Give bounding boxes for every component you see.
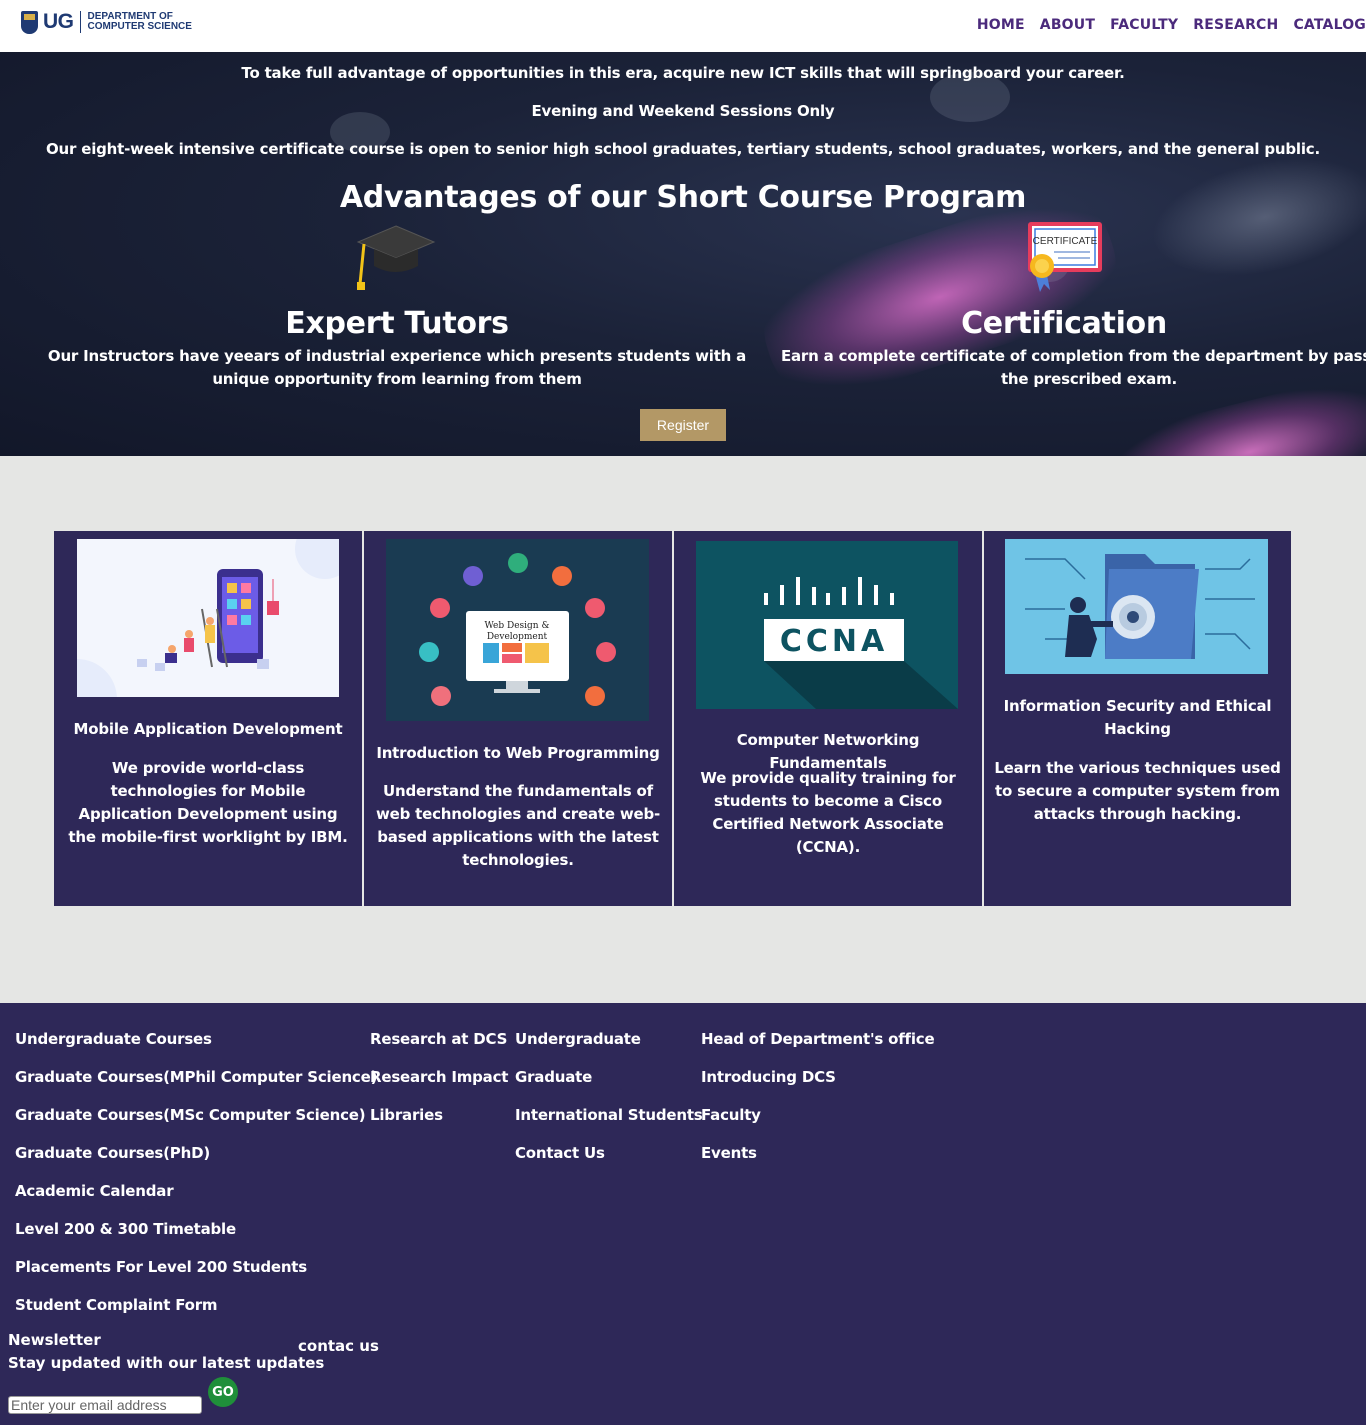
web-image-label-2: Development	[487, 632, 548, 642]
footer-link[interactable]: Undergraduate	[515, 1020, 703, 1058]
footer-link[interactable]: Graduate Courses(MSc Computer Science)	[15, 1096, 377, 1134]
footer-research-links: Research at DCS Research Impact Librarie…	[370, 1020, 508, 1134]
footer-link[interactable]: Academic Calendar	[15, 1172, 377, 1210]
advantage-title: Expert Tutors	[285, 306, 509, 341]
footer-link[interactable]: Graduate	[515, 1058, 703, 1096]
ccna-logo: CCNA	[696, 541, 958, 709]
footer-link[interactable]: Contact Us	[515, 1134, 703, 1172]
footer-link[interactable]: Research at DCS	[370, 1020, 508, 1058]
logo-divider	[79, 11, 81, 33]
nav-faculty[interactable]: FACULTY	[1110, 17, 1178, 33]
advantage-text: Our Instructors have yeears of industria…	[47, 347, 747, 388]
footer-link[interactable]: Graduate Courses(MPhil Computer Science)	[15, 1058, 377, 1096]
course-title: Information Security and Ethical Hacking	[1003, 697, 1272, 738]
footer-link[interactable]: Student Complaint Form	[15, 1286, 377, 1324]
course-card-web[interactable]: Web Design & Development Introduction to…	[364, 531, 672, 906]
site-header: UG DEPARTMENT OF COMPUTER SCIENCE HOME A…	[0, 0, 1366, 52]
course-description: We provide quality training for students…	[700, 769, 956, 856]
footer-link[interactable]: Research Impact	[370, 1058, 508, 1096]
certificate-icon: CERTIFICATE	[1028, 222, 1102, 292]
advantage-expert-tutors: Expert Tutors Our Instructors have yeear…	[47, 306, 747, 391]
footer-link[interactable]: Introducing DCS	[701, 1058, 934, 1096]
newsletter-text: Stay updated with our latest updates	[8, 1354, 325, 1372]
nav-about[interactable]: ABOUT	[1040, 17, 1095, 33]
advantage-title: Certification	[961, 306, 1167, 341]
advantage-certification: Certification Earn a complete certificat…	[714, 306, 1366, 391]
hero-section: To take full advantage of opportunities …	[0, 52, 1366, 456]
site-footer: Undergraduate Courses Graduate Courses(M…	[0, 1003, 1366, 1425]
graduation-cap-icon	[356, 225, 436, 290]
course-card-ccna[interactable]: CCNA Computer Networking Fundamentals We…	[674, 531, 982, 906]
mobile-app-illustration	[77, 539, 339, 697]
newsletter-block: Newsletter Stay updated with our latest …	[8, 1329, 324, 1375]
ug-crest-icon	[21, 10, 38, 34]
hero-sessions-text: Evening and Weekend Sessions Only	[531, 102, 835, 120]
newsletter-email-input[interactable]	[8, 1396, 202, 1414]
hero-bg-glow	[1141, 139, 1366, 295]
main-nav: HOME ABOUT FACULTY RESEARCH CATALOG	[962, 17, 1366, 33]
nav-home[interactable]: HOME	[977, 17, 1025, 33]
footer-link[interactable]: Level 200 & 300 Timetable	[15, 1210, 377, 1248]
footer-link[interactable]: Placements For Level 200 Students	[15, 1248, 377, 1286]
newsletter-go-button[interactable]: GO	[208, 1377, 238, 1407]
footer-academics-links: Undergraduate Courses Graduate Courses(M…	[15, 1020, 377, 1324]
course-title: Mobile Application Development	[73, 720, 343, 738]
footer-link[interactable]: Graduate Courses(PhD)	[15, 1134, 377, 1172]
nav-catalog[interactable]: CATALOG	[1293, 17, 1366, 33]
hero-eligibility-text: Our eight-week intensive certificate cou…	[45, 140, 1320, 158]
ug-logo[interactable]: UG DEPARTMENT OF COMPUTER SCIENCE	[21, 10, 192, 34]
course-description: Learn the various techniques used to sec…	[994, 759, 1281, 823]
web-design-illustration: Web Design & Development	[386, 539, 649, 721]
newsletter-title: Newsletter	[8, 1331, 101, 1349]
logo-department-text: DEPARTMENT OF COMPUTER SCIENCE	[88, 12, 192, 32]
contact-us-link[interactable]: contac us	[298, 1337, 379, 1355]
footer-link[interactable]: Faculty	[701, 1096, 934, 1134]
footer-about-links: Head of Department's office Introducing …	[701, 1020, 935, 1172]
logo-dept-line2: COMPUTER SCIENCE	[87, 21, 192, 32]
nav-research[interactable]: RESEARCH	[1193, 17, 1278, 33]
footer-link[interactable]: Libraries	[370, 1096, 508, 1134]
register-button[interactable]: Register	[640, 409, 726, 441]
course-title: Introduction to Web Programming	[376, 744, 660, 762]
footer-admissions-links: Undergraduate Graduate International Stu…	[515, 1020, 703, 1172]
certificate-label: CERTIFICATE	[1033, 236, 1098, 247]
advantage-text: Earn a complete certificate of completio…	[780, 347, 1366, 388]
course-description: Understand the fundamentals of web techn…	[375, 782, 661, 869]
footer-link[interactable]: Events	[701, 1134, 934, 1172]
advantages-heading: Advantages of our Short Course Program	[339, 180, 1027, 215]
hero-intro-text: To take full advantage of opportunities …	[241, 64, 1125, 82]
ccna-label: CCNA	[780, 624, 888, 659]
footer-link[interactable]: International Students	[515, 1096, 703, 1134]
course-card-security[interactable]: Information Security and Ethical Hacking…	[984, 531, 1291, 906]
security-illustration	[1005, 539, 1268, 674]
course-card-mobile[interactable]: Mobile Application Development We provid…	[54, 531, 362, 906]
logo-ug-text: UG	[43, 10, 74, 33]
footer-link[interactable]: Undergraduate Courses	[15, 1020, 377, 1058]
web-image-label-1: Web Design &	[485, 621, 550, 631]
footer-link[interactable]: Head of Department's office	[701, 1020, 935, 1058]
course-description: We provide world-class technologies for …	[68, 759, 348, 846]
